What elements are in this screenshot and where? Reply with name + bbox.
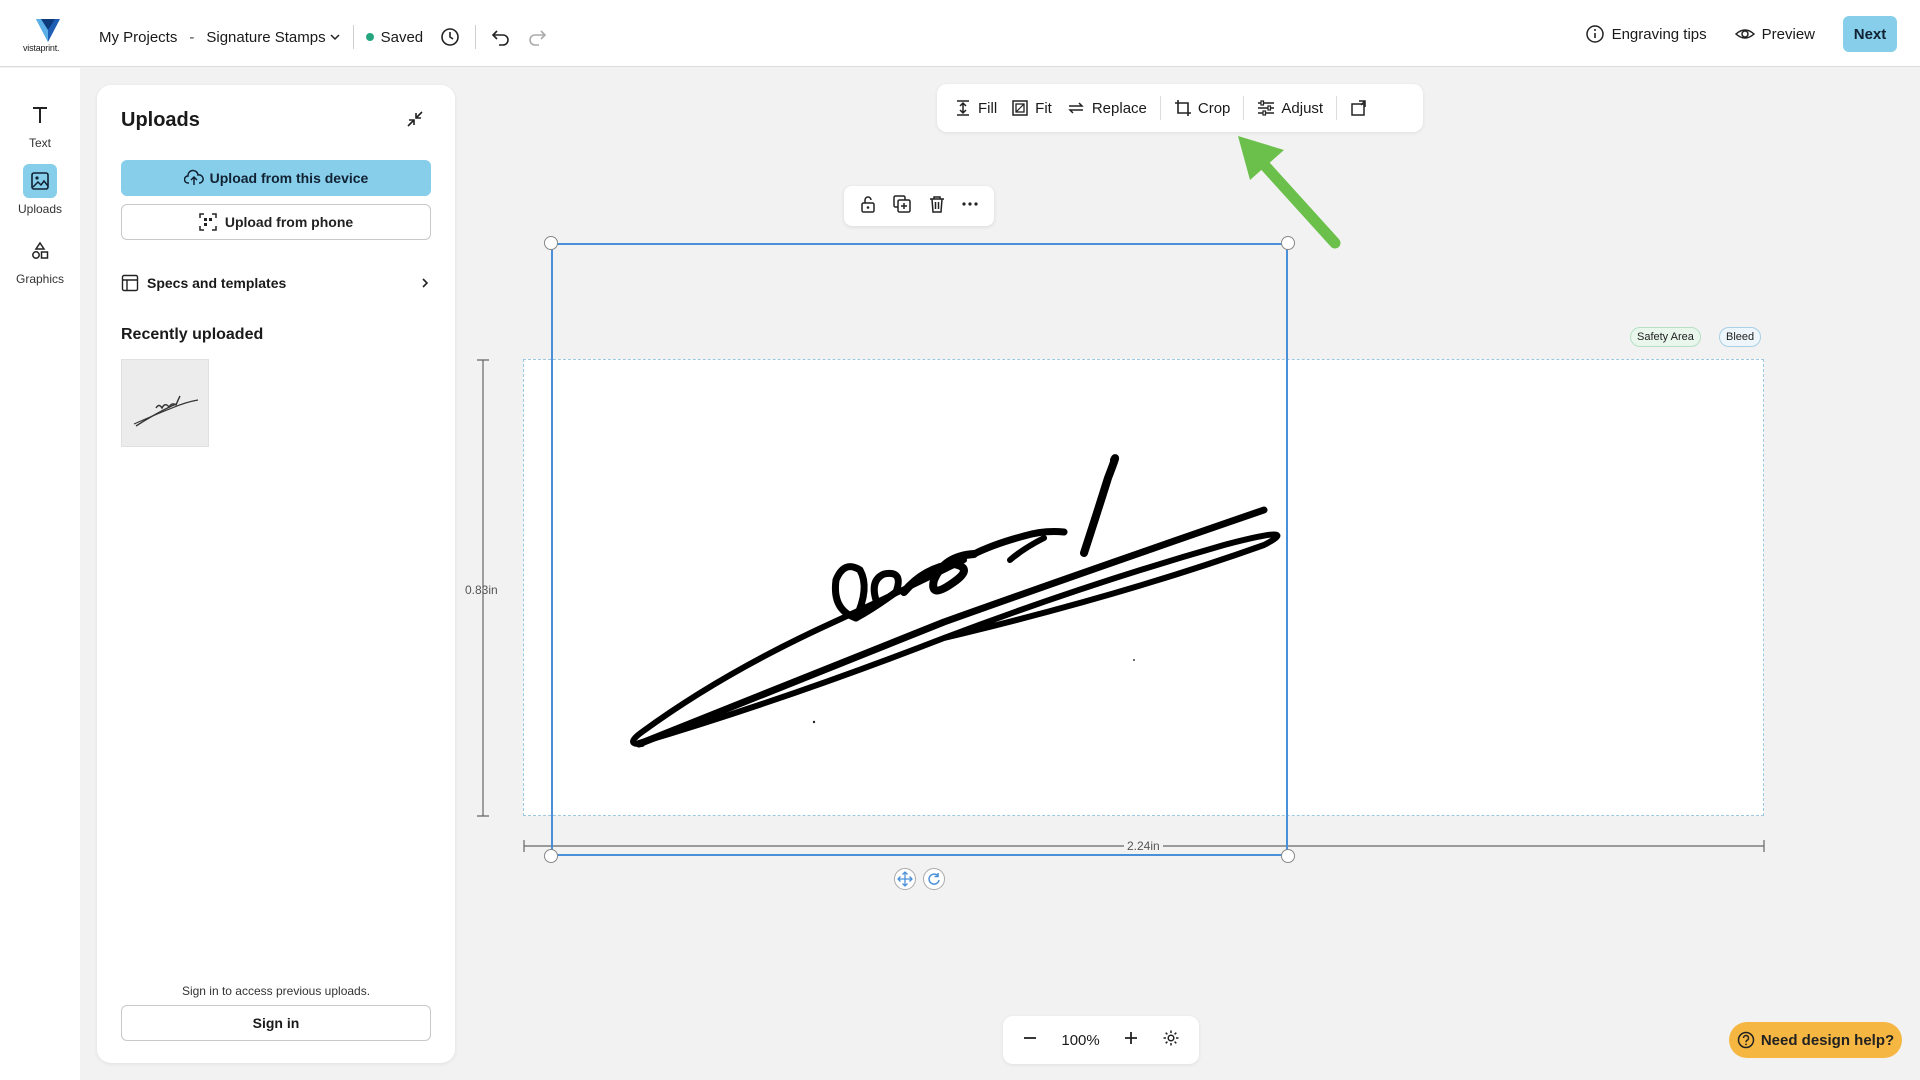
trash-icon[interactable]	[928, 195, 946, 218]
project-name-dropdown[interactable]: Signature Stamps	[206, 29, 340, 46]
upload-from-device-button[interactable]: Upload from this device	[121, 160, 431, 196]
saved-dot-icon	[365, 33, 374, 41]
breadcrumb-separator: -	[189, 28, 195, 46]
saved-label: Saved	[380, 28, 424, 46]
history-icon[interactable]	[437, 24, 463, 50]
upload-from-phone-button[interactable]: Upload from phone	[121, 204, 431, 240]
adjust-label: Adjust	[1281, 99, 1324, 117]
fill-label: Fill	[978, 99, 998, 117]
next-button[interactable]: Next	[1843, 16, 1897, 52]
uploads-panel: Uploads Upload from this device Upload f…	[97, 85, 455, 1063]
fill-icon	[957, 100, 969, 116]
resize-handle-bottom-right[interactable]	[1281, 849, 1295, 863]
resize-handle-bottom-left[interactable]	[544, 849, 558, 863]
specs-label: Specs and templates	[147, 275, 287, 291]
fit-button[interactable]: Fit	[1004, 93, 1059, 123]
sign-in-button[interactable]: Sign in	[121, 1005, 431, 1041]
fit-label: Fit	[1035, 99, 1052, 117]
upload-from-phone-label: Upload from phone	[224, 214, 354, 230]
unlock-icon[interactable]	[859, 195, 877, 218]
panel-title: Uploads	[121, 109, 200, 131]
left-rail: Text Uploads Graphics	[0, 68, 80, 1080]
rail-item-uploads[interactable]: Uploads	[0, 164, 80, 216]
toolbar-divider	[1159, 96, 1161, 120]
toolbar-divider	[1243, 96, 1245, 120]
zoom-in-icon[interactable]	[1123, 1030, 1139, 1050]
move-handle-icon[interactable]	[894, 868, 916, 890]
duplicate-icon[interactable]	[892, 194, 912, 219]
replace-button[interactable]: Replace	[1059, 93, 1154, 123]
green-arrow-annotation	[1238, 136, 1341, 249]
resize-handle-top-right[interactable]	[1281, 236, 1295, 250]
selection-box[interactable]	[551, 243, 1288, 856]
need-design-help-button[interactable]: Need design help?	[1729, 1022, 1902, 1058]
qr-scan-icon	[199, 213, 217, 231]
fill-button[interactable]: Fill	[947, 93, 1004, 123]
breadcrumb: My Projects - Signature Stamps Saved	[99, 24, 550, 50]
shapes-icon	[23, 234, 57, 268]
zoom-level[interactable]: 100%	[1061, 1032, 1099, 1049]
image-toolbar: Fill Fit Replace Crop Adjust	[937, 84, 1423, 132]
preview-label: Preview	[1761, 25, 1815, 43]
fit-icon	[1012, 100, 1028, 116]
replace-icon	[1068, 102, 1084, 114]
adjust-button[interactable]: Adjust	[1250, 93, 1330, 123]
help-question-icon	[1737, 1031, 1755, 1049]
element-toolbar	[844, 186, 994, 226]
zoom-control: 100%	[1003, 1016, 1199, 1064]
rotate-handle-icon[interactable]	[923, 868, 945, 890]
preview-button[interactable]: Preview	[1734, 24, 1815, 44]
zoom-out-icon[interactable]	[1022, 1030, 1038, 1050]
project-name: Signature Stamps	[206, 28, 326, 46]
chevron-down-icon	[330, 34, 340, 41]
replace-label: Replace	[1091, 99, 1147, 117]
logo-text: vistaprint.	[23, 43, 60, 53]
sliders-icon	[1258, 100, 1275, 116]
safety-area-badge[interactable]: Safety Area	[1630, 327, 1701, 347]
table-icon	[121, 274, 139, 292]
need-design-help-label: Need design help?	[1760, 1031, 1895, 1049]
recently-uploaded-title: Recently uploaded	[121, 326, 264, 343]
info-icon	[1585, 25, 1604, 43]
image-icon	[23, 164, 57, 198]
redo-icon[interactable]	[524, 24, 550, 50]
top-header: vistaprint. My Projects - Signature Stam…	[0, 0, 1920, 67]
divider	[352, 25, 354, 49]
breadcrumb-my-projects[interactable]: My Projects	[99, 29, 177, 46]
rail-item-graphics[interactable]: Graphics	[0, 234, 80, 286]
crop-icon	[1174, 100, 1191, 116]
signin-note: Sign in to access previous uploads.	[181, 984, 371, 998]
rail-item-label: Graphics	[15, 272, 65, 286]
rail-item-label: Uploads	[17, 202, 63, 216]
collapse-panel-icon[interactable]	[403, 107, 427, 131]
chevron-right-icon	[422, 278, 429, 288]
bleed-badge[interactable]: Bleed	[1719, 327, 1762, 347]
eye-icon	[1734, 29, 1755, 39]
toolbar-divider	[1336, 96, 1338, 120]
more-options-icon[interactable]	[961, 195, 979, 218]
height-dimension-label: 0.83in	[465, 583, 498, 597]
text-icon	[23, 98, 57, 132]
specs-and-templates-link[interactable]: Specs and templates	[121, 271, 431, 295]
undo-icon[interactable]	[488, 24, 514, 50]
engraving-tips-button[interactable]: Engraving tips	[1585, 24, 1707, 44]
rotate-image-icon[interactable]	[1343, 93, 1375, 123]
engraving-tips-label: Engraving tips	[1611, 25, 1707, 43]
divider	[475, 25, 477, 49]
saved-status: Saved	[365, 28, 424, 46]
rail-item-text[interactable]: Text	[0, 98, 80, 150]
upload-from-device-label: Upload from this device	[209, 170, 369, 186]
cloud-upload-icon	[183, 169, 204, 185]
crop-button[interactable]: Crop	[1167, 93, 1238, 123]
crop-label: Crop	[1197, 99, 1231, 117]
header-actions: Engraving tips Preview Next	[1585, 16, 1897, 52]
rail-item-label: Text	[28, 136, 51, 150]
settings-gear-icon[interactable]	[1162, 1029, 1180, 1051]
resize-handle-top-left[interactable]	[544, 236, 558, 250]
uploaded-image-thumbnail[interactable]	[121, 359, 209, 447]
